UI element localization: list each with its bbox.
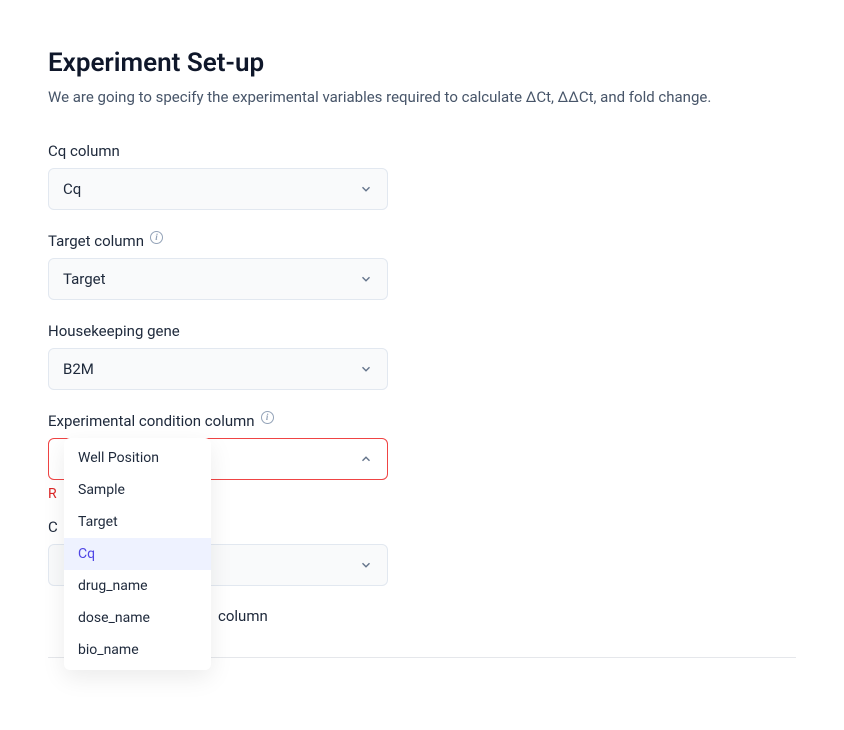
label-housekeeping-gene: Housekeeping gene (48, 322, 180, 340)
dropdown-option[interactable]: Cq (64, 538, 211, 570)
select-target-column[interactable]: Target (48, 258, 388, 300)
dropdown-menu-experimental: Well PositionSampleTargetCqdrug_namedose… (64, 438, 211, 670)
select-cq-value: Cq (63, 180, 81, 198)
chevron-down-icon (359, 182, 373, 196)
dropdown-option[interactable]: bio_name (64, 634, 211, 666)
dropdown-option[interactable]: Target (64, 506, 211, 538)
field-experimental-condition: Experimental condition column i R C colu… (48, 412, 796, 658)
chevron-down-icon (359, 362, 373, 376)
label-cq-column: Cq column (48, 142, 120, 160)
page-title: Experiment Set-up (48, 48, 796, 78)
dropdown-option[interactable]: dose_name (64, 602, 211, 634)
field-housekeeping-gene: Housekeeping gene B2M (48, 322, 796, 390)
label-partial-c: C (48, 518, 58, 536)
select-cq-column[interactable]: Cq (48, 168, 388, 210)
label-experimental-condition: Experimental condition column (48, 412, 255, 430)
dropdown-option[interactable]: Sample (64, 474, 211, 506)
info-icon[interactable]: i (261, 411, 274, 424)
page-subtitle: We are going to specify the experimental… (48, 88, 796, 106)
select-housekeeping-gene[interactable]: B2M (48, 348, 388, 390)
select-target-value: Target (63, 270, 106, 288)
chevron-down-icon (359, 272, 373, 286)
chevron-up-icon (359, 452, 373, 466)
select-housekeeping-value: B2M (63, 360, 94, 378)
info-icon[interactable]: i (150, 231, 163, 244)
label-target-column: Target column (48, 232, 144, 250)
field-target-column: Target column i Target (48, 232, 796, 300)
field-cq-column: Cq column Cq (48, 142, 796, 210)
dropdown-option[interactable]: Well Position (64, 442, 211, 474)
dropdown-option[interactable]: drug_name (64, 570, 211, 602)
chevron-down-icon (359, 558, 373, 572)
